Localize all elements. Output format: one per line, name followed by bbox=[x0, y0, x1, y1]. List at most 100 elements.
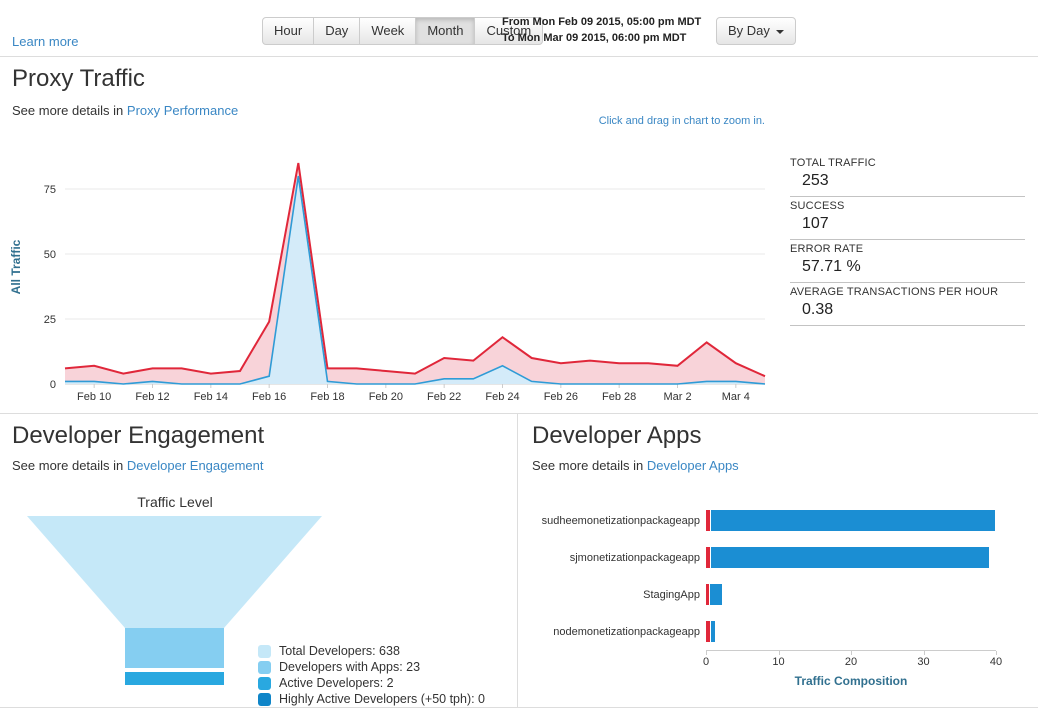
stat-error-rate: ERROR RATE 57.71 % bbox=[790, 240, 1025, 283]
stat-label: SUCCESS bbox=[790, 200, 1025, 212]
bar-label: nodemonetizationpackageapp bbox=[518, 626, 706, 638]
subtitle-text: See more details in bbox=[12, 103, 127, 118]
axis-tick-mark bbox=[779, 651, 780, 655]
svg-text:Feb 22: Feb 22 bbox=[427, 391, 461, 403]
developer-engagement-link[interactable]: Developer Engagement bbox=[127, 458, 264, 473]
traffic-stats-panel: TOTAL TRAFFIC 253 SUCCESS 107 ERROR RATE 57.7… bbox=[790, 154, 1025, 326]
svg-text:Feb 28: Feb 28 bbox=[602, 391, 636, 403]
app-traffic-bar[interactable] bbox=[706, 510, 995, 531]
proxy-performance-link[interactable]: Proxy Performance bbox=[127, 103, 238, 118]
proxy-traffic-section: Proxy Traffic See more details in Proxy … bbox=[0, 57, 1038, 414]
success-bar-segment bbox=[711, 621, 715, 642]
error-bar-segment bbox=[706, 547, 710, 568]
date-range: From Mon Feb 09 2015, 05:00 pm MDT To Mo… bbox=[502, 15, 701, 47]
legend-item: Highly Active Developers (+50 tph): 0 bbox=[258, 691, 485, 707]
bar-row: StagingApp bbox=[518, 576, 1008, 613]
stat-label: AVERAGE TRANSACTIONS PER HOUR bbox=[790, 286, 1025, 298]
stat-label: TOTAL TRAFFIC bbox=[790, 157, 1025, 169]
legend-label: Developers with Apps: 23 bbox=[279, 660, 420, 674]
svg-text:Feb 12: Feb 12 bbox=[135, 391, 169, 403]
legend-label: Active Developers: 2 bbox=[279, 676, 394, 690]
apps-x-axis-label: Traffic Composition bbox=[706, 674, 996, 688]
analytics-dashboard: Learn more HourDayWeekMonthCustom From M… bbox=[0, 0, 1038, 717]
granularity-dropdown[interactable]: By Day bbox=[716, 17, 796, 45]
stat-value: 0.38 bbox=[802, 301, 1025, 319]
app-traffic-bar[interactable] bbox=[706, 621, 995, 642]
caret-down-icon bbox=[776, 30, 784, 34]
svg-text:Feb 20: Feb 20 bbox=[369, 391, 403, 403]
bar-row: sjmonetizationpackageapp bbox=[518, 539, 1008, 576]
apps-x-axis: 010203040 bbox=[706, 650, 996, 670]
bottom-panels: Developer Engagement See more details in… bbox=[0, 414, 1038, 708]
svg-text:0: 0 bbox=[50, 379, 56, 391]
axis-tick-label: 20 bbox=[845, 656, 857, 668]
axis-tick-label: 0 bbox=[703, 656, 709, 668]
proxy-traffic-subtitle: See more details in Proxy Performance bbox=[12, 103, 238, 118]
bar-label: StagingApp bbox=[518, 589, 706, 601]
funnel-title: Traffic Level bbox=[25, 494, 325, 510]
axis-tick-label: 40 bbox=[990, 656, 1002, 668]
developer-engagement-subtitle: See more details in Developer Engagement bbox=[12, 458, 264, 473]
apps-bars: sudheemonetizationpackageapp sjmonetizati… bbox=[518, 502, 1008, 650]
bar-row: sudheemonetizationpackageapp bbox=[518, 502, 1008, 539]
developer-apps-title: Developer Apps bbox=[532, 422, 701, 450]
success-bar-segment bbox=[711, 510, 995, 531]
developer-engagement-section: Developer Engagement See more details in… bbox=[0, 414, 518, 707]
subtitle-text: See more details in bbox=[12, 458, 127, 473]
legend-label: Total Developers: 638 bbox=[279, 644, 400, 658]
svg-text:Feb 10: Feb 10 bbox=[77, 391, 111, 403]
axis-tick-mark bbox=[924, 651, 925, 655]
stat-label: ERROR RATE bbox=[790, 243, 1025, 255]
legend-label: Highly Active Developers (+50 tph): 0 bbox=[279, 692, 485, 706]
bar-label: sjmonetizationpackageapp bbox=[518, 552, 706, 564]
svg-text:25: 25 bbox=[44, 314, 56, 326]
stat-value: 57.71 % bbox=[802, 258, 1025, 276]
svg-text:Feb 16: Feb 16 bbox=[252, 391, 286, 403]
legend-swatch-icon bbox=[258, 677, 271, 690]
range-button-day[interactable]: Day bbox=[313, 17, 360, 45]
error-bar-segment bbox=[706, 510, 710, 531]
developer-apps-link[interactable]: Developer Apps bbox=[647, 458, 739, 473]
legend-swatch-icon bbox=[258, 661, 271, 674]
stat-value: 253 bbox=[802, 172, 1025, 190]
range-button-week[interactable]: Week bbox=[359, 17, 416, 45]
developer-apps-subtitle: See more details in Developer Apps bbox=[532, 458, 739, 473]
svg-text:All Traffic: All Traffic bbox=[9, 239, 23, 294]
axis-tick-label: 30 bbox=[917, 656, 929, 668]
legend-item: Total Developers: 638 bbox=[258, 643, 485, 659]
svg-text:Mar 4: Mar 4 bbox=[722, 391, 750, 403]
range-button-month[interactable]: Month bbox=[415, 17, 475, 45]
developer-engagement-title: Developer Engagement bbox=[12, 422, 264, 450]
axis-tick-label: 10 bbox=[772, 656, 784, 668]
svg-text:75: 75 bbox=[44, 184, 56, 196]
proxy-traffic-chart[interactable]: 0255075Feb 10Feb 12Feb 14Feb 16Feb 18Feb… bbox=[0, 141, 775, 413]
legend-swatch-icon bbox=[258, 693, 271, 706]
legend-item: Active Developers: 2 bbox=[258, 675, 485, 691]
svg-text:Feb 14: Feb 14 bbox=[194, 391, 228, 403]
bar-row: nodemonetizationpackageapp bbox=[518, 613, 1008, 650]
learn-more-link[interactable]: Learn more bbox=[12, 34, 78, 49]
app-traffic-bar[interactable] bbox=[706, 584, 995, 605]
granularity-label: By Day bbox=[728, 23, 770, 38]
axis-tick-mark bbox=[851, 651, 852, 655]
error-bar-segment bbox=[706, 584, 709, 605]
success-bar-segment bbox=[711, 547, 989, 568]
stat-total-traffic: TOTAL TRAFFIC 253 bbox=[790, 154, 1025, 197]
date-to: To Mon Mar 09 2015, 06:00 pm MDT bbox=[502, 31, 701, 47]
stat-success: SUCCESS 107 bbox=[790, 197, 1025, 240]
funnel-legend: Total Developers: 638 Developers with App… bbox=[258, 643, 485, 707]
topbar: Learn more HourDayWeekMonthCustom From M… bbox=[0, 0, 1038, 57]
stat-value: 107 bbox=[802, 215, 1025, 233]
range-button-hour[interactable]: Hour bbox=[262, 17, 314, 45]
svg-text:Mar 2: Mar 2 bbox=[663, 391, 691, 403]
svg-text:50: 50 bbox=[44, 249, 56, 261]
error-bar-segment bbox=[706, 621, 710, 642]
developer-apps-section: Developer Apps See more details in Devel… bbox=[518, 414, 1038, 707]
subtitle-text: See more details in bbox=[532, 458, 647, 473]
legend-item: Developers with Apps: 23 bbox=[258, 659, 485, 675]
proxy-traffic-title: Proxy Traffic bbox=[12, 65, 145, 93]
svg-text:Feb 26: Feb 26 bbox=[544, 391, 578, 403]
date-from: From Mon Feb 09 2015, 05:00 pm MDT bbox=[502, 15, 701, 31]
developer-apps-chart: sudheemonetizationpackageapp sjmonetizati… bbox=[518, 502, 1008, 688]
app-traffic-bar[interactable] bbox=[706, 547, 995, 568]
